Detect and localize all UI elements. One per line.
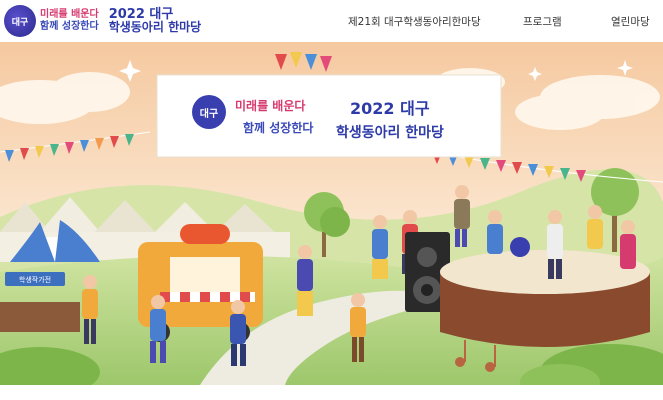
nav-item-open-forum[interactable]: 열린마당	[611, 0, 650, 42]
banner-slogan-line2: 함께 성장한다	[243, 120, 313, 135]
drum-icon	[510, 237, 530, 257]
daegu-seal-logo: 대구	[4, 5, 36, 37]
event-name: 학생동아리 한마당	[108, 20, 202, 34]
nav-link-open-forum[interactable]: 열린마당	[611, 14, 650, 29]
seal-label: 대구	[11, 17, 29, 28]
slogan-line2: 함께 성장한다	[40, 21, 99, 32]
site-logo[interactable]: 대구 미래를 배운다 함께 성장한다 2022 대구 학생동아리 한마당	[4, 3, 201, 39]
site-header: 대구 미래를 배운다 함께 성장한다 2022 대구 학생동아리 한마당 제21…	[0, 0, 663, 42]
banner-seal-label: 대구	[200, 107, 218, 120]
booth-sign: 학생작가전	[19, 275, 51, 284]
banner-slogan-line1: 미래를 배운다	[235, 98, 305, 113]
nav-link-program[interactable]: 프로그램	[523, 14, 562, 29]
logo-slogan: 미래를 배운다 함께 성장한다	[40, 9, 99, 33]
hanging-banner: 대구 미래를 배운다 함께 성장한다 2022 대구 학생동아리 한마당	[156, 74, 502, 158]
event-title: 2022 대구 학생동아리 한마당	[109, 8, 202, 34]
nav-item-about[interactable]: 제21회 대구학생동아리한마당	[348, 0, 481, 42]
footer-strip	[0, 385, 663, 400]
slogan-line1: 미래를 배운다	[40, 9, 99, 20]
nav-item-program[interactable]: 프로그램	[523, 0, 562, 42]
hotdog-sign-icon	[180, 224, 230, 244]
nav-link-about[interactable]: 제21회 대구학생동아리한마당	[348, 14, 481, 29]
festival-illustration: 대구 미래를 배운다 함께 성장한다 2022 대구 학생동아리 한마당 학생작…	[0, 42, 663, 385]
hero-banner: 대구 미래를 배운다 함께 성장한다 2022 대구 학생동아리 한마당 학생작…	[0, 42, 663, 385]
banner-event-year: 2022 대구	[350, 99, 430, 118]
banner-event-name: 학생동아리 한마당	[336, 124, 444, 141]
